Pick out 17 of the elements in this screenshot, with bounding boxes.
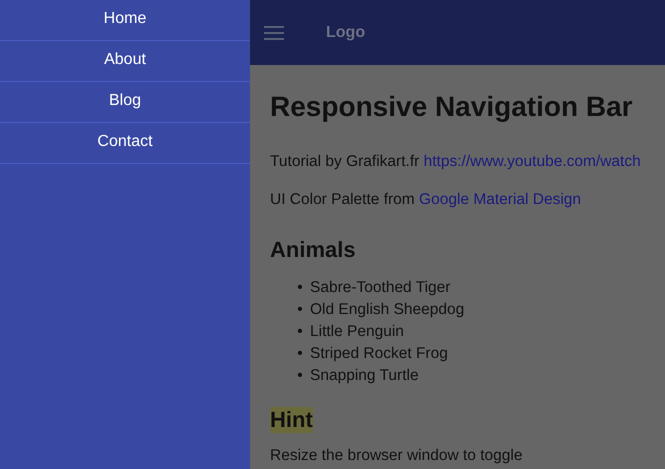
bullet: • [296, 300, 304, 320]
hint-heading: Hint [270, 407, 313, 433]
menu-icon[interactable] [264, 24, 284, 40]
list-item: Old English Sheepdog [310, 300, 464, 320]
bullet: • [296, 322, 304, 342]
bullet: • [296, 344, 304, 364]
bullet: • [296, 278, 304, 298]
list-item: Sabre-Toothed Tiger [310, 278, 450, 298]
bullet: • [296, 366, 304, 386]
paragraph-text: Tutorial by Grafikart.fr [270, 153, 420, 170]
hint-text: Resize the browser window to toggle [270, 447, 524, 465]
list-item: Striped Rocket Frog [310, 344, 448, 364]
paragraph-text: UI Color Palette from [270, 191, 415, 208]
page-title: Responsive Navigation Bar [270, 91, 634, 123]
section-heading: Animals [270, 237, 357, 263]
list-item: Little Penguin [310, 322, 404, 342]
list-item: Snapping Turtle [310, 366, 419, 386]
